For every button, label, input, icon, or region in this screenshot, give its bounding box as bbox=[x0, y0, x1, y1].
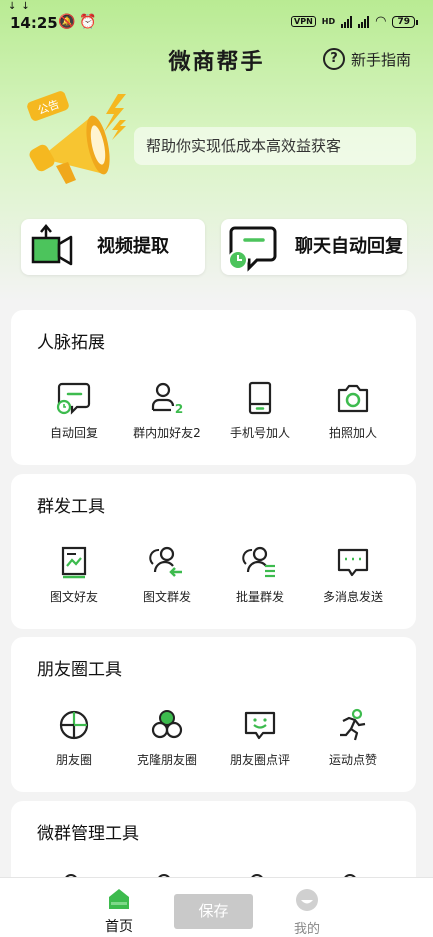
runner-icon bbox=[340, 708, 366, 741]
phone-icon bbox=[248, 381, 272, 415]
tool-multi-message[interactable]: 多消息发送 bbox=[303, 544, 403, 605]
battery-icon: 79 bbox=[392, 15, 418, 28]
section-title: 朋友圈工具 bbox=[37, 660, 122, 680]
video-icon bbox=[31, 224, 73, 266]
auto-reply-button[interactable]: 聊天自动回复 bbox=[221, 219, 407, 275]
section-contacts: 人脉拓展 自动回复 2 群内加好友2 手机号加人 拍照加人 bbox=[11, 310, 416, 465]
tool-label: 多消息发送 bbox=[322, 590, 383, 604]
add-friend-icon: 2 bbox=[151, 382, 183, 416]
megaphone-icon: 公告 bbox=[27, 91, 126, 184]
wifi-icon: ◠ bbox=[375, 14, 387, 29]
section-title: 微群管理工具 bbox=[37, 824, 139, 844]
tool-clone-moments[interactable]: 克隆朋友圈 bbox=[117, 707, 217, 768]
status-bar: ↓↓ 14:25 🔕⏰ VPN HD ◠ 79 bbox=[0, 0, 433, 36]
signal-icon-2 bbox=[358, 15, 370, 28]
question-icon: ? bbox=[322, 48, 345, 70]
tool-label: 图文好友 bbox=[49, 590, 98, 604]
tool-label: 自动回复 bbox=[49, 426, 98, 440]
vpn-badge: VPN bbox=[291, 16, 316, 27]
tool-moments-comment[interactable]: 朋友圈点评 bbox=[210, 707, 310, 768]
tool-image-friend[interactable]: 图文好友 bbox=[24, 544, 124, 605]
notice-text: 帮助你实现低成本高效益获客 bbox=[134, 127, 416, 165]
signal-icon bbox=[341, 15, 353, 28]
video-extract-label: 视频提取 bbox=[97, 236, 169, 257]
tool-label: 运动点赞 bbox=[328, 753, 377, 767]
guide-label: 新手指南 bbox=[350, 50, 411, 69]
camera-icon bbox=[337, 384, 369, 413]
tool-label: 图文群发 bbox=[142, 590, 191, 604]
tool-moments[interactable]: 朋友圈 bbox=[24, 707, 124, 768]
tool-phone-add[interactable]: 手机号加人 bbox=[210, 380, 310, 441]
section-title: 人脉拓展 bbox=[37, 333, 105, 353]
users-list-icon bbox=[242, 546, 275, 578]
chat-clock-icon bbox=[228, 226, 277, 272]
section-moments: 朋友圈工具 朋友圈 克隆朋友圈 朋友圈点评 运动点赞 bbox=[11, 637, 416, 792]
hd-label: HD bbox=[321, 17, 336, 26]
svg-text:2: 2 bbox=[175, 402, 183, 416]
tool-label: 拍照加人 bbox=[328, 426, 377, 440]
guide-button[interactable]: ? 新手指南 bbox=[322, 48, 411, 70]
mute-alarm-icons: 🔕⏰ bbox=[58, 14, 101, 30]
status-right: VPN HD ◠ 79 bbox=[291, 14, 418, 29]
tool-label: 手机号加人 bbox=[229, 426, 290, 440]
tool-label: 朋友圈点评 bbox=[229, 753, 290, 767]
tab-mine-label: 我的 bbox=[293, 922, 320, 937]
tab-home[interactable]: 首页 bbox=[79, 888, 159, 936]
smile-message-icon bbox=[244, 711, 276, 740]
video-extract-button[interactable]: 视频提取 bbox=[21, 219, 205, 275]
tool-label: 群内加好友2 bbox=[133, 426, 201, 440]
home-icon bbox=[109, 889, 129, 909]
save-button[interactable]: 保存 bbox=[174, 894, 253, 929]
tool-batch-send[interactable]: 批量群发 bbox=[210, 544, 310, 605]
tool-photo-add[interactable]: 拍照加人 bbox=[303, 380, 403, 441]
chat-clock-icon bbox=[56, 382, 91, 415]
tool-image-group[interactable]: 图文群发 bbox=[117, 544, 217, 605]
tab-mine[interactable]: 我的 bbox=[267, 888, 347, 937]
tab-home-label: 首页 bbox=[105, 919, 133, 935]
tool-auto-reply[interactable]: 自动回复 bbox=[24, 380, 124, 441]
tool-label: 克隆朋友圈 bbox=[136, 753, 197, 767]
tool-group-add-friend[interactable]: 2 群内加好友2 bbox=[117, 380, 217, 441]
tool-label: 批量群发 bbox=[235, 590, 284, 604]
status-time: 14:25 bbox=[10, 14, 58, 32]
auto-reply-label: 聊天自动回复 bbox=[295, 236, 403, 257]
section-title: 群发工具 bbox=[37, 497, 105, 517]
profile-icon bbox=[296, 889, 318, 911]
message-dots-icon bbox=[337, 548, 369, 577]
tool-sport-like[interactable]: 运动点赞 bbox=[303, 707, 403, 768]
tool-label: 朋友圈 bbox=[55, 753, 92, 767]
users-send-icon bbox=[149, 546, 182, 577]
section-broadcast: 群发工具 图文好友 图文群发 批量群发 多消息发送 bbox=[11, 474, 416, 629]
image-doc-icon bbox=[61, 546, 87, 579]
download-arrows-icon: ↓↓ bbox=[8, 1, 35, 12]
clone-circles-icon bbox=[151, 710, 183, 739]
aperture-icon bbox=[59, 710, 89, 740]
